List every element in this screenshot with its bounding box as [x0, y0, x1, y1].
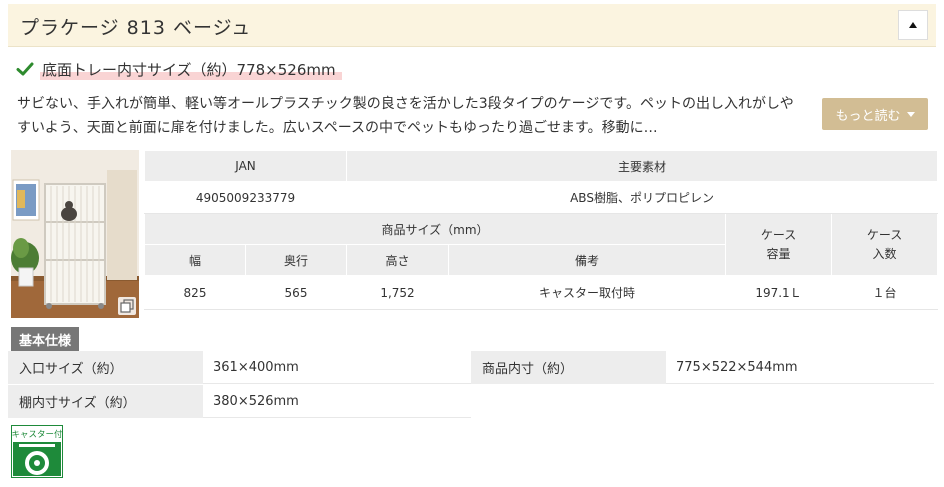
material-header: 主要素材 [346, 150, 939, 182]
feature-highlight: 底面トレー内寸サイズ（約）778×526mm [16, 58, 342, 80]
product-title-bar: プラケージ 813 ベージュ [8, 4, 936, 47]
shelf-size-value: 380×526mm [203, 385, 471, 418]
height-value: 1,752 [346, 275, 450, 310]
note-header: 備考 [448, 244, 727, 276]
feature-text: 底面トレー内寸サイズ（約）778×526mm [40, 58, 342, 80]
inner-size-value: 775×522×544mm [666, 351, 934, 384]
depth-value: 565 [244, 275, 348, 310]
shelf-size-label: 棚内寸サイズ（約） [8, 385, 203, 418]
jan-header: JAN [143, 150, 348, 182]
caster-icon-label: キャスター付 [11, 429, 63, 440]
entrance-size-value: 361×400mm [203, 351, 471, 384]
width-value: 825 [144, 275, 246, 310]
height-header: 高さ [346, 244, 450, 276]
width-header: 幅 [144, 244, 246, 276]
collapse-button[interactable] [898, 10, 928, 40]
read-more-label: もっと読む [835, 108, 901, 124]
entrance-size-label: 入口サイズ（約） [8, 351, 203, 384]
product-photo [11, 150, 139, 318]
caret-down-icon [906, 111, 915, 117]
product-image[interactable] [11, 150, 139, 318]
depth-header: 奥行 [244, 244, 348, 276]
case-capacity-header: ケース 容量 [725, 213, 833, 276]
case-capacity-value: 197.1Ｌ [725, 275, 833, 310]
spec-table: JAN 主要素材 4905009233779 ABS樹脂、ポリプロピレン 商品サ… [143, 150, 939, 310]
product-description: サビない、手入れが簡単、軽い等オールプラスチック製の良さを活かした3段タイプのケ… [17, 96, 794, 136]
basic-spec-label: 基本仕様 [11, 327, 79, 351]
case-count-value: １台 [831, 275, 939, 310]
material-value: ABS樹脂、ポリプロピレン [346, 181, 939, 214]
caster-icon: キャスター付 [11, 425, 63, 478]
basic-spec-row: 棚内寸サイズ（約） 380×526mm [8, 385, 471, 418]
page-title: プラケージ 813 ベージュ [20, 17, 252, 39]
read-more-button[interactable]: もっと読む [822, 98, 928, 130]
jan-value: 4905009233779 [143, 181, 348, 214]
chevron-up-icon [909, 22, 917, 28]
basic-spec-row: 入口サイズ（約） 361×400mm 商品内寸（約） 775×522×544mm [8, 351, 934, 384]
enlarge-icon[interactable] [118, 297, 136, 315]
case-count-header: ケース 入数 [831, 213, 939, 276]
checkmark-icon [16, 62, 34, 76]
size-header: 商品サイズ（mm） [143, 213, 727, 245]
note-value: キャスター取付時 [448, 275, 727, 310]
inner-size-label: 商品内寸（約） [471, 351, 666, 384]
